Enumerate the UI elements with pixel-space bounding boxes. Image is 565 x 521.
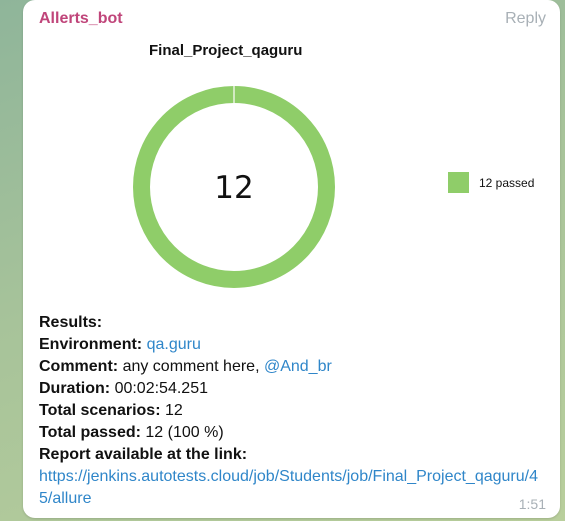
mention-link[interactable]: @And_br [264, 358, 332, 375]
comment-text: any comment here, [122, 358, 260, 375]
results-heading: Results: [39, 314, 103, 331]
total-scenarios-label: Total scenarios: [39, 402, 161, 419]
donut-chart: 12 [133, 86, 335, 288]
message-bubble: Allerts_bot Reply Final_Project_qaguru 1… [23, 0, 560, 518]
reply-button[interactable]: Reply [505, 10, 546, 28]
sender-name[interactable]: Allerts_bot [39, 10, 123, 28]
report-link[interactable]: https://jenkins.autotests.cloud/job/Stud… [39, 468, 538, 507]
environment-link[interactable]: qa.guru [147, 336, 201, 353]
legend-swatch [448, 172, 469, 193]
chart-image[interactable]: Final_Project_qaguru 12 12 passed [39, 36, 555, 301]
total-passed-value: 12 (100 %) [145, 424, 224, 441]
total-passed-label: Total passed: [39, 424, 141, 441]
chart-legend: 12 passed [448, 172, 534, 193]
chart-title: Final_Project_qaguru [149, 42, 303, 59]
legend-label-passed: 12 passed [479, 175, 535, 190]
message-time: 1:51 [518, 496, 546, 512]
total-scenarios-value: 12 [164, 402, 183, 419]
results-text: Results: Environment: qa.guru Comment: a… [39, 312, 549, 510]
donut-center-label: 12 [214, 170, 253, 206]
comment-label: Comment: [39, 358, 119, 375]
environment-label: Environment: [39, 336, 143, 353]
duration-label: Duration: [39, 380, 111, 397]
report-label: Report available at the link: [39, 446, 248, 463]
duration-value: 00:02:54.251 [114, 380, 208, 397]
